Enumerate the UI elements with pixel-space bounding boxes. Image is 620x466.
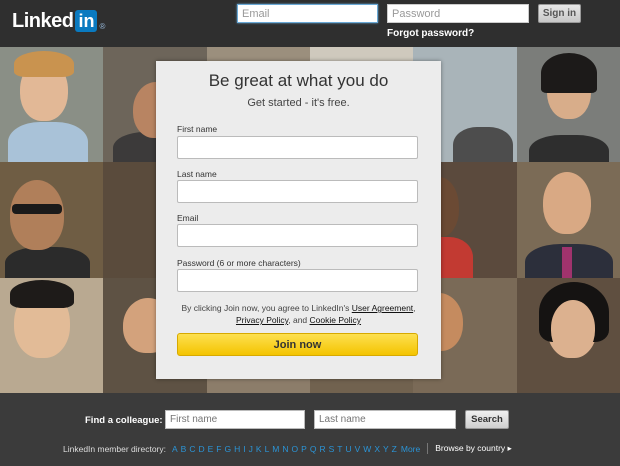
email-field[interactable] (177, 224, 418, 247)
directory-letter-link[interactable]: E (208, 444, 214, 454)
directory-letter-link[interactable]: U (345, 444, 351, 454)
directory-letter-link[interactable]: M (272, 444, 279, 454)
legal-text: By clicking Join now, you agree to Linke… (181, 303, 352, 313)
privacy-policy-link[interactable]: Privacy Policy (236, 315, 288, 325)
find-colleague-label: Find a colleague: (85, 415, 163, 426)
directory-letter-link[interactable]: W (363, 444, 371, 454)
legal-notice: By clicking Join now, you agree to Linke… (170, 302, 427, 326)
directory-letter-link[interactable]: Z (392, 444, 397, 454)
directory-letter-link[interactable]: X (374, 444, 380, 454)
signup-form-card: Be great at what you do Get started - it… (156, 61, 441, 379)
member-directory: LinkedIn member directory: ABCDEFGHIJKLM… (63, 443, 512, 454)
signin-email-input[interactable] (237, 4, 378, 23)
signin-password-input[interactable] (387, 4, 529, 23)
directory-letter-link[interactable]: J (249, 444, 253, 454)
colleague-first-name-input[interactable] (165, 410, 305, 429)
directory-letter-link[interactable]: C (189, 444, 195, 454)
directory-letter-link[interactable]: L (265, 444, 270, 454)
directory-letter-link[interactable]: P (301, 444, 307, 454)
password-label: Password (6 or more characters) (177, 258, 301, 268)
member-photo (0, 47, 104, 163)
cookie-policy-link[interactable]: Cookie Policy (310, 315, 362, 325)
legal-comma: , (413, 303, 416, 313)
directory-more-link[interactable]: More (401, 444, 420, 454)
signup-subtitle: Get started - it's free. (247, 97, 350, 109)
directory-letter-link[interactable]: B (181, 444, 187, 454)
member-photo (0, 162, 104, 278)
directory-label: LinkedIn member directory: (63, 443, 166, 454)
directory-letter-link[interactable]: D (198, 444, 204, 454)
directory-letter-link[interactable]: V (355, 444, 361, 454)
member-photo (516, 277, 620, 393)
forgot-password-link[interactable]: Forgot password? (387, 28, 474, 39)
colleague-search-button[interactable]: Search (465, 410, 509, 429)
signup-title: Be great at what you do (208, 71, 389, 90)
directory-letter-link[interactable]: F (216, 444, 221, 454)
directory-letter-link[interactable]: K (256, 444, 262, 454)
directory-letter-link[interactable]: O (292, 444, 299, 454)
colleague-last-name-input[interactable] (314, 410, 456, 429)
footer: Find a colleague: Search LinkedIn member… (0, 393, 620, 466)
user-agreement-link[interactable]: User Agreement (352, 303, 413, 313)
first-name-label: First name (177, 124, 218, 134)
directory-letter-link[interactable]: H (234, 444, 240, 454)
logo-in-badge: in (75, 10, 98, 32)
last-name-field[interactable] (177, 180, 418, 203)
directory-letter-link[interactable]: Y (383, 444, 389, 454)
directory-letter-link[interactable]: R (319, 444, 325, 454)
divider (427, 443, 429, 454)
join-now-button[interactable]: Join now (177, 333, 418, 356)
logo-text: Linked (12, 9, 74, 32)
directory-letters: ABCDEFGHIJKLMNOPQRSTUVWXYZ (172, 444, 397, 454)
password-field[interactable] (177, 269, 418, 292)
member-photo (516, 162, 620, 278)
directory-letter-link[interactable]: I (243, 444, 245, 454)
registered-mark: ® (99, 21, 106, 31)
first-name-field[interactable] (177, 136, 418, 159)
member-photo (0, 277, 104, 393)
directory-letter-link[interactable]: T (337, 444, 342, 454)
browse-by-country-link[interactable]: Browse by country ▸ (435, 443, 512, 454)
directory-letter-link[interactable]: A (172, 444, 178, 454)
directory-letter-link[interactable]: N (282, 444, 288, 454)
directory-letter-link[interactable]: Q (310, 444, 317, 454)
linkedin-logo[interactable]: Linked in ® (12, 8, 105, 34)
directory-letter-link[interactable]: S (329, 444, 335, 454)
signin-button[interactable]: Sign in (538, 4, 581, 23)
top-header: Linked in ® Sign in Forgot password? (0, 0, 620, 47)
email-label: Email (177, 213, 199, 223)
legal-and: , and (288, 315, 310, 325)
directory-letter-link[interactable]: G (225, 444, 232, 454)
last-name-label: Last name (177, 169, 217, 179)
member-photo (516, 47, 620, 163)
